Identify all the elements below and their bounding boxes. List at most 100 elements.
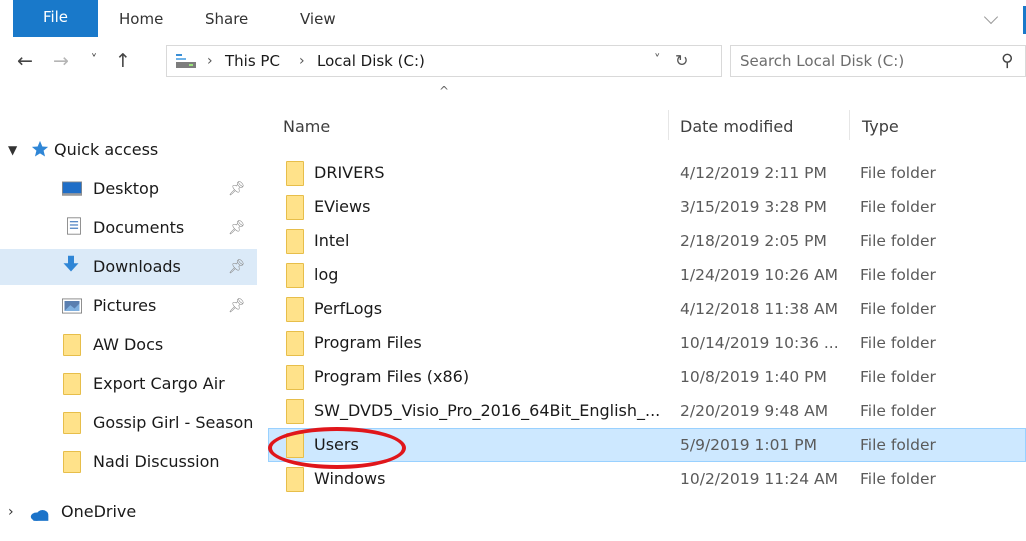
file-type: File folder (860, 164, 936, 182)
search-box[interactable]: Search Local Disk (C:) ⚲ (730, 45, 1026, 77)
desktop-icon (62, 181, 82, 196)
sidebar-item-label: Pictures (93, 296, 157, 315)
folder-icon (286, 467, 304, 492)
folder-icon (63, 373, 81, 395)
breadcrumb-local-disk[interactable]: Local Disk (C:) (317, 46, 425, 76)
sidebar-item-nadi-discussion[interactable]: Nadi Discussion (0, 444, 262, 480)
sidebar-item-label: Export Cargo Air (93, 374, 225, 393)
file-type: File folder (860, 368, 936, 386)
sidebar-item-aw-docs[interactable]: AW Docs (0, 327, 262, 363)
sidebar-item-quick-access[interactable]: ▼ Quick access (0, 132, 262, 168)
sidebar-item-label: Desktop (93, 179, 159, 198)
address-dropdown-icon[interactable]: ˅ (654, 46, 661, 76)
folder-icon (286, 297, 304, 322)
highlight-circle-annotation (268, 427, 406, 469)
table-row[interactable]: Program Files (x86) 10/8/2019 1:40 PM Fi… (268, 360, 1026, 394)
file-date: 2/18/2019 2:05 PM (680, 232, 827, 250)
breadcrumb-separator-icon: › (299, 53, 305, 69)
ribbon: File Home Share View (0, 0, 1026, 40)
file-name: Program Files (x86) (314, 367, 470, 386)
sort-ascending-icon: ^ (439, 84, 450, 98)
folder-icon (286, 195, 304, 220)
up-arrow-icon[interactable]: ↑ (110, 49, 136, 73)
file-name: log (314, 265, 339, 284)
refresh-icon[interactable]: ↻ (675, 46, 688, 76)
folder-icon (63, 412, 81, 434)
folder-icon (63, 451, 81, 473)
file-date: 10/8/2019 1:40 PM (680, 368, 827, 386)
file-type: File folder (860, 266, 936, 284)
table-row[interactable]: Intel 2/18/2019 2:05 PM File folder (268, 224, 1026, 258)
search-input[interactable]: Search Local Disk (C:) (740, 46, 904, 76)
file-type: File folder (860, 470, 936, 488)
file-date: 10/14/2019 10:36 ... (680, 334, 839, 352)
folder-icon (286, 399, 304, 424)
file-type: File folder (860, 436, 936, 454)
file-date: 1/24/2019 10:26 AM (680, 266, 838, 284)
sidebar-item-label: Quick access (54, 140, 159, 159)
chevron-down-icon[interactable]: ▼ (8, 132, 17, 168)
sidebar-item-gossip-girl[interactable]: Gossip Girl - Season (0, 405, 262, 441)
search-icon[interactable]: ⚲ (1001, 46, 1013, 76)
breadcrumb-this-pc[interactable]: This PC (225, 46, 280, 76)
tab-home[interactable]: Home (119, 0, 163, 40)
table-row[interactable]: Program Files 10/14/2019 10:36 ... File … (268, 326, 1026, 360)
file-name: PerfLogs (314, 299, 383, 318)
tab-view[interactable]: View (300, 0, 336, 40)
address-bar[interactable]: › This PC › Local Disk (C:) ˅ ↻ (166, 45, 722, 77)
navigation-pane: ▼ Quick access Desktop 📌︎ Documents 📌︎ D… (0, 100, 262, 541)
star-icon (31, 140, 49, 157)
file-type: File folder (860, 232, 936, 250)
table-row[interactable]: SW_DVD5_Visio_Pro_2016_64Bit_English_...… (268, 394, 1026, 428)
table-row[interactable]: Windows 10/2/2019 11:24 AM File folder (268, 462, 1026, 496)
column-divider[interactable] (849, 110, 850, 140)
file-date: 5/9/2019 1:01 PM (680, 436, 817, 454)
pin-icon[interactable]: 📌︎ (228, 171, 246, 207)
documents-icon (67, 217, 81, 235)
pin-icon[interactable]: 📌︎ (228, 210, 246, 246)
sidebar-item-export-cargo-air[interactable]: Export Cargo Air (0, 366, 262, 402)
folder-icon (286, 365, 304, 390)
table-row[interactable]: EViews 3/15/2019 3:28 PM File folder (268, 190, 1026, 224)
pin-icon[interactable]: 📌︎ (228, 288, 246, 324)
breadcrumb-separator-icon: › (207, 53, 213, 69)
sidebar-item-label: Downloads (93, 257, 181, 276)
pin-icon[interactable]: 📌︎ (228, 249, 246, 285)
table-row[interactable]: log 1/24/2019 10:26 AM File folder (268, 258, 1026, 292)
file-date: 4/12/2019 2:11 PM (680, 164, 827, 182)
column-header-date[interactable]: Date modified (680, 112, 793, 142)
tab-file[interactable]: File (13, 0, 98, 37)
sidebar-item-label: OneDrive (61, 502, 137, 521)
table-row[interactable]: DRIVERS 4/12/2019 2:11 PM File folder (268, 156, 1026, 190)
file-name: DRIVERS (314, 163, 385, 182)
navigation-bar: ← → ˅ ↑ › This PC › Local Disk (C:) ˅ ↻ … (0, 40, 1026, 84)
table-row[interactable]: PerfLogs 4/12/2018 11:38 AM File folder (268, 292, 1026, 326)
sidebar-item-downloads[interactable]: Downloads 📌︎ (0, 249, 257, 285)
cloud-icon (30, 510, 49, 521)
sidebar-item-desktop[interactable]: Desktop 📌︎ (0, 171, 262, 207)
back-arrow-icon[interactable]: ← (12, 49, 38, 73)
forward-arrow-icon[interactable]: → (48, 49, 74, 73)
sidebar-item-onedrive[interactable]: › OneDrive (0, 494, 262, 530)
sidebar-item-label: Nadi Discussion (93, 452, 220, 471)
sidebar-item-pictures[interactable]: Pictures 📌︎ (0, 288, 262, 324)
sidebar-item-documents[interactable]: Documents 📌︎ (0, 210, 262, 246)
chevron-right-icon[interactable]: › (8, 494, 14, 530)
column-header-type[interactable]: Type (862, 112, 899, 142)
file-date: 10/2/2019 11:24 AM (680, 470, 838, 488)
drive-icon (176, 54, 196, 68)
pictures-icon (62, 298, 82, 314)
sidebar-item-label: Documents (93, 218, 185, 237)
column-divider[interactable] (668, 110, 669, 140)
sidebar-item-label: AW Docs (93, 335, 164, 354)
file-date: 4/12/2018 11:38 AM (680, 300, 838, 318)
file-name: SW_DVD5_Visio_Pro_2016_64Bit_English_... (314, 401, 661, 420)
folder-icon (63, 334, 81, 356)
recent-locations-chevron-icon[interactable]: ˅ (84, 49, 104, 73)
file-name: Intel (314, 231, 350, 250)
column-header-name[interactable]: Name (283, 112, 330, 142)
tab-share[interactable]: Share (205, 0, 248, 40)
file-name: EViews (314, 197, 371, 216)
expand-ribbon-chevron-icon[interactable] (983, 9, 999, 25)
downloads-icon (63, 255, 79, 272)
